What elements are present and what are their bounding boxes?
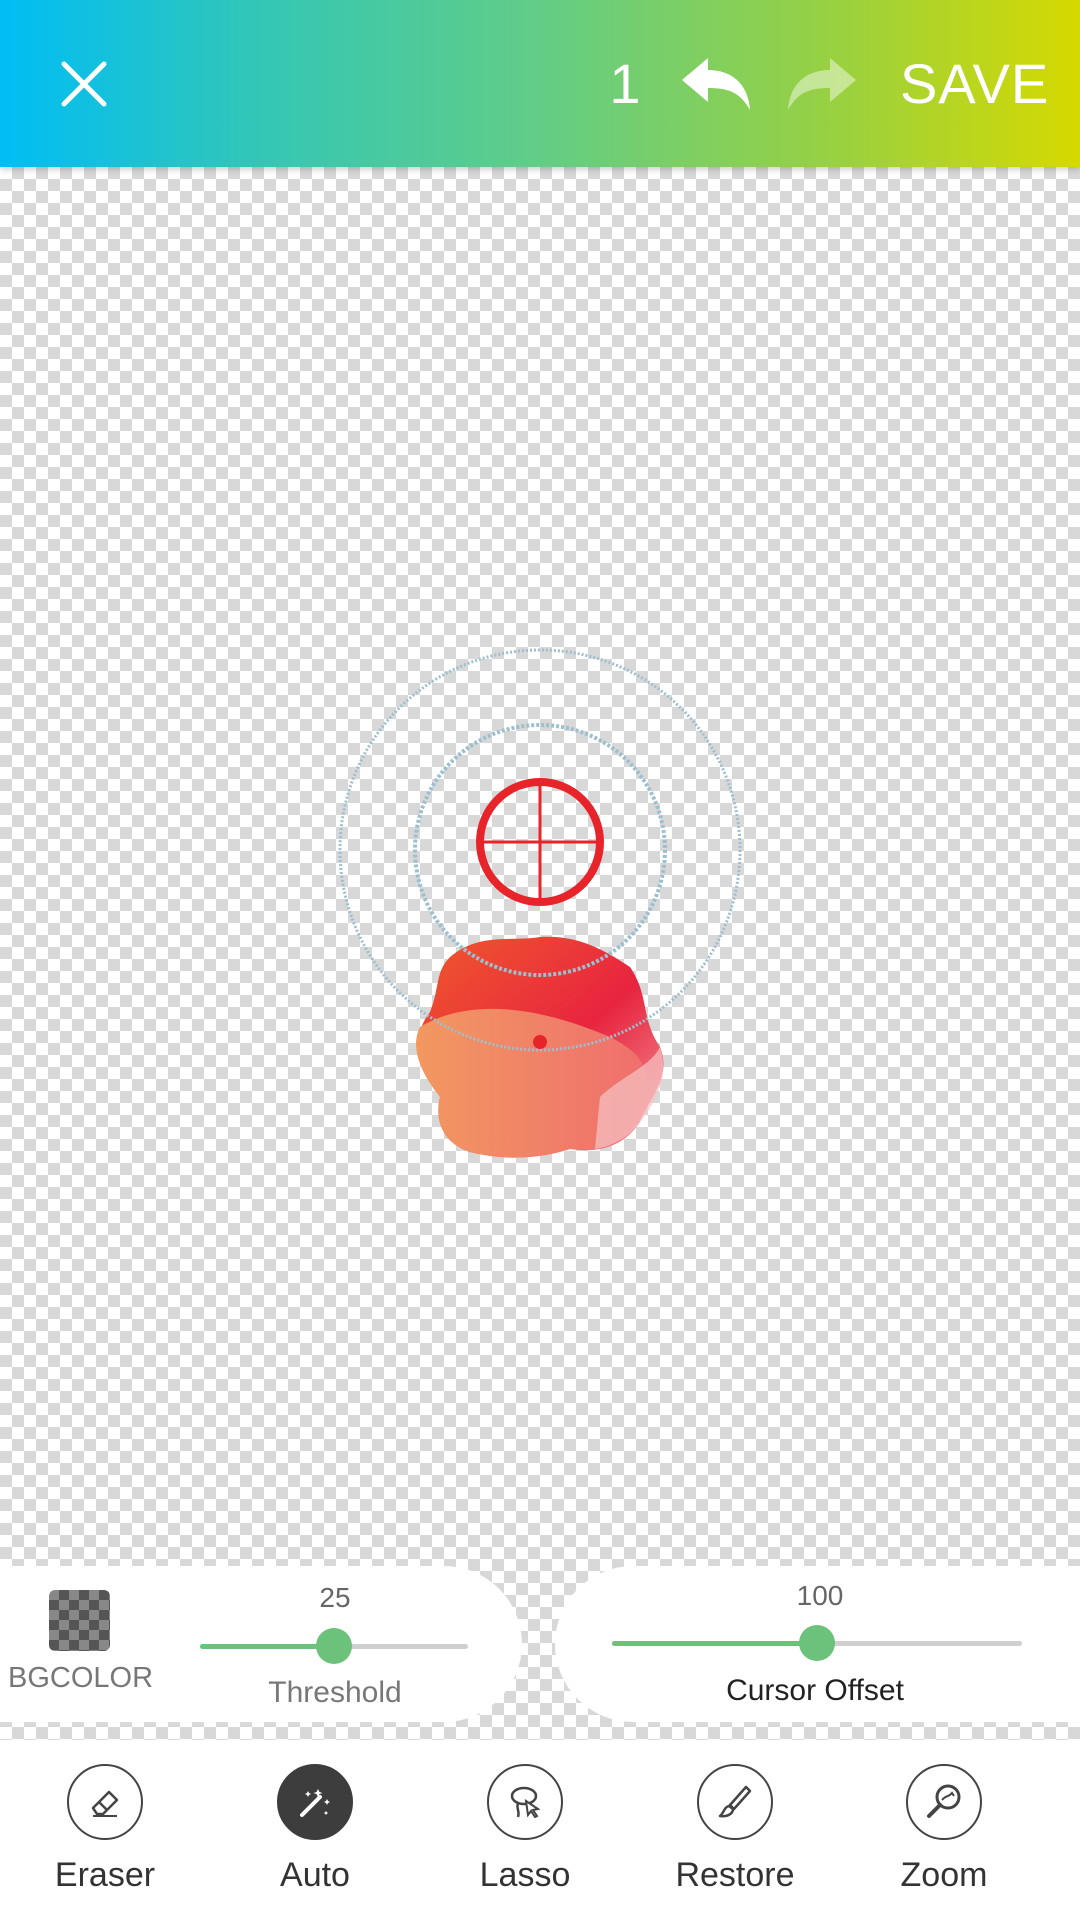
checkerboard-swatch-icon[interactable]: [49, 1590, 110, 1651]
bgcolor-label[interactable]: BGCOLOR: [8, 1662, 158, 1695]
cursor-offset-slider-thumb[interactable]: [799, 1625, 835, 1661]
cursor-offset-label: Cursor Offset: [726, 1674, 904, 1707]
tool-zoom[interactable]: Zoom: [859, 1764, 1029, 1914]
cursor-offset-slider[interactable]: [612, 1625, 1022, 1661]
cursor-offset-value: 100: [796, 1580, 844, 1611]
eraser-icon: [67, 1764, 143, 1840]
top-app-bar: 1 SAVE: [0, 0, 1080, 167]
lasso-icon: [487, 1764, 563, 1840]
close-button[interactable]: [42, 42, 126, 126]
threshold-panel: BGCOLOR 25 Threshold: [0, 1566, 522, 1722]
tool-zoom-label: Zoom: [900, 1856, 988, 1894]
redo-button[interactable]: [780, 42, 864, 126]
tool-eraser-label: Eraser: [54, 1856, 156, 1894]
tool-auto[interactable]: Auto: [230, 1764, 400, 1914]
tool-bar: Eraser Auto Lasso Restore Zoom: [0, 1740, 1080, 1920]
brush-icon: [697, 1764, 773, 1840]
threshold-slider[interactable]: [200, 1628, 468, 1664]
threshold-slider-fill: [200, 1644, 334, 1649]
redo-icon: [788, 58, 856, 110]
canvas-drawing: [338, 648, 742, 1158]
threshold-label: Threshold: [268, 1676, 402, 1709]
tool-eraser[interactable]: Eraser: [20, 1764, 190, 1914]
save-button[interactable]: SAVE: [900, 44, 1060, 124]
threshold-slider-thumb[interactable]: [316, 1628, 352, 1664]
crosshair-target[interactable]: [476, 778, 604, 906]
close-icon: [61, 61, 107, 107]
cursor-offset-slider-fill: [612, 1641, 817, 1646]
threshold-value: 25: [319, 1582, 351, 1613]
tool-restore[interactable]: Restore: [650, 1764, 820, 1914]
zoom-icon: [906, 1764, 982, 1840]
brush-center-dot: [533, 1035, 547, 1049]
tool-lasso-label: Lasso: [479, 1856, 571, 1894]
tool-lasso[interactable]: Lasso: [440, 1764, 610, 1914]
tool-auto-label: Auto: [280, 1856, 350, 1894]
tool-restore-label: Restore: [675, 1856, 795, 1894]
edit-step-counter: 1: [609, 52, 641, 115]
settings-panel: BGCOLOR 25 Threshold 100 Cursor Offset: [0, 1566, 1080, 1726]
magic-wand-icon: [277, 1764, 353, 1840]
editing-canvas[interactable]: [0, 167, 1080, 1740]
undo-button[interactable]: [674, 42, 758, 126]
undo-icon: [682, 58, 750, 110]
